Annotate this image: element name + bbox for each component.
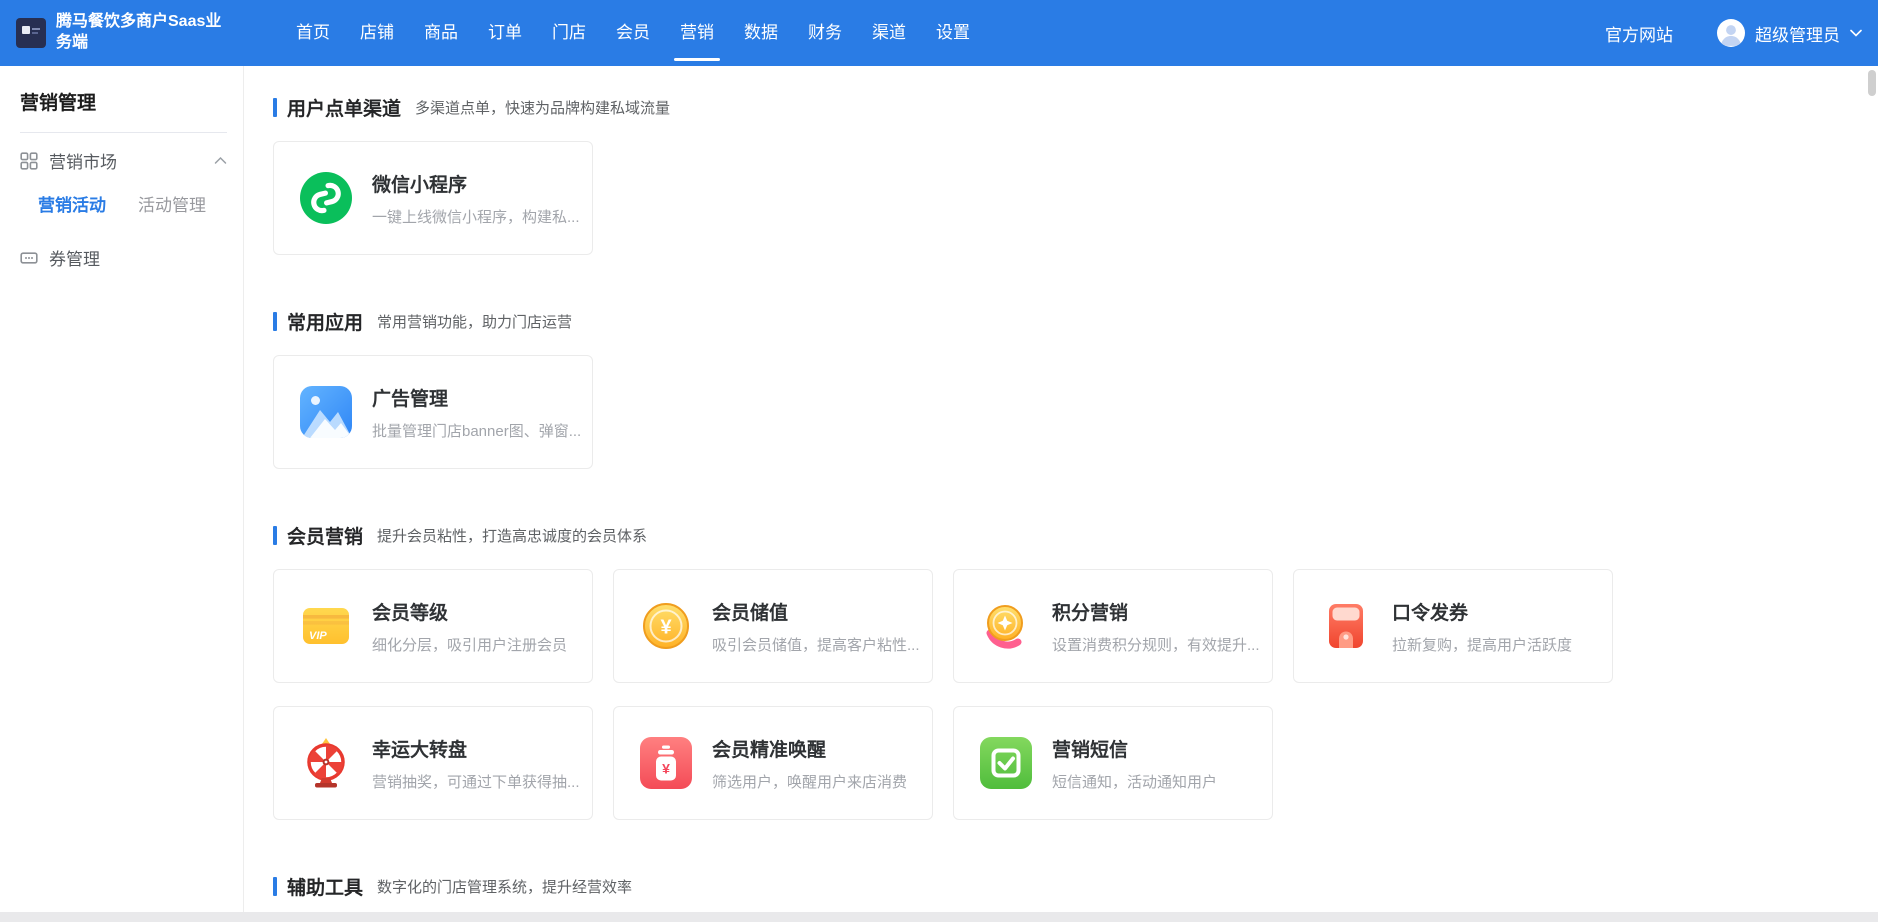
section-common-apps: 常用应用 常用营销功能，助力门店运营	[273, 309, 1878, 469]
section-title: 会员营销	[287, 522, 363, 549]
stored-value-coin-icon: ¥	[640, 600, 692, 652]
card-title: 会员精准唤醒	[712, 735, 907, 762]
section-subtitle: 提升会员粘性，打造高忠诚度的会员体系	[377, 525, 647, 546]
coupon-icon	[20, 249, 38, 267]
section-title: 常用应用	[287, 308, 363, 335]
logo-icon	[16, 18, 46, 48]
main-nav: 首页 店铺 商品 订单 门店 会员 营销 数据 财务 渠道 设置	[296, 21, 970, 45]
user-menu[interactable]: 超级管理员	[1717, 19, 1862, 47]
section-accent-bar	[273, 312, 277, 331]
member-wakeup-icon: ¥	[640, 737, 692, 789]
vip-card-icon: VIP	[300, 600, 352, 652]
card-desc: 短信通知，活动通知用户	[1052, 771, 1217, 792]
app-card-password-coupon[interactable]: 口令发券 拉新复购，提高用户活跃度	[1293, 569, 1613, 683]
ad-image-icon	[300, 386, 352, 438]
svg-text:¥: ¥	[660, 617, 672, 639]
section-header: 常用应用 常用营销功能，助力门店运营	[273, 309, 1878, 333]
navbar-right: 官方网站 超级管理员	[1605, 19, 1862, 47]
horizontal-scrollbar-track[interactable]	[0, 912, 1878, 922]
card-title: 会员等级	[372, 598, 567, 625]
app-card-marketing-sms[interactable]: 营销短信 短信通知，活动通知用户	[953, 706, 1273, 820]
card-desc: 设置消费积分规则，有效提升...	[1052, 634, 1260, 655]
card-title: 微信小程序	[372, 170, 580, 197]
section-subtitle: 多渠道点单，快速为品牌构建私域流量	[415, 97, 670, 118]
nav-item-data[interactable]: 数据	[744, 21, 778, 45]
card-desc: 细化分层，吸引用户注册会员	[372, 634, 567, 655]
section-title: 辅助工具	[287, 873, 363, 900]
svg-text:VIP: VIP	[309, 630, 327, 642]
sms-icon	[980, 737, 1032, 789]
svg-text:¥: ¥	[662, 761, 670, 777]
card-title: 积分营销	[1052, 598, 1260, 625]
nav-item-settings[interactable]: 设置	[936, 21, 970, 45]
main-content: 用户点单渠道 多渠道点单，快速为品牌构建私域流量	[244, 66, 1878, 922]
sidebar-subitems: 营销活动 活动管理	[20, 185, 243, 230]
sidebar-group-label: 营销市场	[49, 148, 117, 173]
wechat-miniprogram-icon	[300, 172, 352, 224]
section-subtitle: 数字化的门店管理系统，提升经营效率	[377, 876, 632, 897]
app-card-lucky-wheel[interactable]: 幸运大转盘 营销抽奖，可通过下单获得抽...	[273, 706, 593, 820]
sidebar-group-label: 券管理	[49, 245, 100, 270]
nav-item-stores[interactable]: 门店	[552, 21, 586, 45]
grid-icon	[20, 152, 38, 170]
official-website-link[interactable]: 官方网站	[1605, 21, 1673, 46]
card-title: 会员储值	[712, 598, 920, 625]
sidebar-group-marketing-market[interactable]: 营销市场	[20, 133, 243, 185]
app-card-ad-management[interactable]: 广告管理 批量管理门店banner图、弹窗...	[273, 355, 593, 469]
section-accent-bar	[273, 526, 277, 545]
app-window: 腾马餐饮多商户Saas业务端 首页 店铺 商品 订单 门店 会员 营销 数据 财…	[0, 0, 1878, 922]
username: 超级管理员	[1755, 21, 1840, 46]
nav-item-orders[interactable]: 订单	[488, 21, 522, 45]
section-title: 用户点单渠道	[287, 94, 401, 121]
card-desc: 一键上线微信小程序，构建私...	[372, 206, 580, 227]
nav-item-goods[interactable]: 商品	[424, 21, 458, 45]
sidebar-item-marketing-activities[interactable]: 营销活动	[38, 191, 106, 216]
section-auxiliary-tools: 辅助工具 数字化的门店管理系统，提升经营效率	[273, 874, 1878, 898]
vertical-scrollbar-thumb[interactable]	[1868, 70, 1876, 96]
nav-item-home[interactable]: 首页	[296, 21, 330, 45]
section-header: 会员营销 提升会员粘性，打造高忠诚度的会员体系	[273, 523, 1878, 547]
nav-item-marketing[interactable]: 营销	[680, 21, 714, 45]
points-coin-icon	[980, 600, 1032, 652]
app-card-wechat-miniprogram[interactable]: 微信小程序 一键上线微信小程序，构建私...	[273, 141, 593, 255]
logo-text: 腾马餐饮多商户Saas业务端	[56, 12, 234, 54]
chevron-down-icon	[1850, 29, 1862, 37]
avatar	[1717, 19, 1745, 47]
top-navbar: 腾马餐饮多商户Saas业务端 首页 店铺 商品 订单 门店 会员 营销 数据 财…	[0, 0, 1878, 66]
lucky-wheel-icon	[300, 737, 352, 789]
section-accent-bar	[273, 98, 277, 117]
sidebar-item-activity-management[interactable]: 活动管理	[138, 191, 206, 216]
card-desc: 批量管理门店banner图、弹窗...	[372, 420, 581, 441]
section-subtitle: 常用营销功能，助力门店运营	[377, 311, 572, 332]
card-title: 营销短信	[1052, 735, 1217, 762]
section-header: 辅助工具 数字化的门店管理系统，提升经营效率	[273, 874, 1878, 898]
red-envelope-icon	[1320, 600, 1372, 652]
nav-item-finance[interactable]: 财务	[808, 21, 842, 45]
card-desc: 吸引会员储值，提高客户粘性...	[712, 634, 920, 655]
app-card-stored-value[interactable]: ¥ 会员储值 吸引会员储值，提高客户粘性...	[613, 569, 933, 683]
sidebar-title: 营销管理	[20, 88, 243, 115]
card-title: 广告管理	[372, 384, 581, 411]
chevron-up-icon[interactable]	[214, 156, 227, 165]
card-desc: 营销抽奖，可通过下单获得抽...	[372, 771, 580, 792]
section-order-channels: 用户点单渠道 多渠道点单，快速为品牌构建私域流量	[273, 95, 1878, 255]
sidebar: 营销管理 营销市场 营销活动 活动管理	[0, 66, 244, 922]
app-card-member-wakeup[interactable]: ¥ 会员精准唤醒 筛选用户，唤醒用户来店消费	[613, 706, 933, 820]
section-header: 用户点单渠道 多渠道点单，快速为品牌构建私域流量	[273, 95, 1878, 119]
sidebar-group-coupon-management[interactable]: 券管理	[20, 230, 243, 282]
app-card-points-marketing[interactable]: 积分营销 设置消费积分规则，有效提升...	[953, 569, 1273, 683]
section-member-marketing: 会员营销 提升会员粘性，打造高忠诚度的会员体系	[273, 523, 1878, 820]
logo[interactable]: 腾马餐饮多商户Saas业务端	[16, 12, 234, 54]
nav-item-members[interactable]: 会员	[616, 21, 650, 45]
app-card-member-level[interactable]: VIP 会员等级 细化分层，吸引用户注册会员	[273, 569, 593, 683]
card-desc: 筛选用户，唤醒用户来店消费	[712, 771, 907, 792]
nav-item-channels[interactable]: 渠道	[872, 21, 906, 45]
nav-item-shop[interactable]: 店铺	[360, 21, 394, 45]
card-desc: 拉新复购，提高用户活跃度	[1392, 634, 1572, 655]
section-accent-bar	[273, 877, 277, 896]
card-title: 口令发券	[1392, 598, 1572, 625]
card-title: 幸运大转盘	[372, 735, 580, 762]
